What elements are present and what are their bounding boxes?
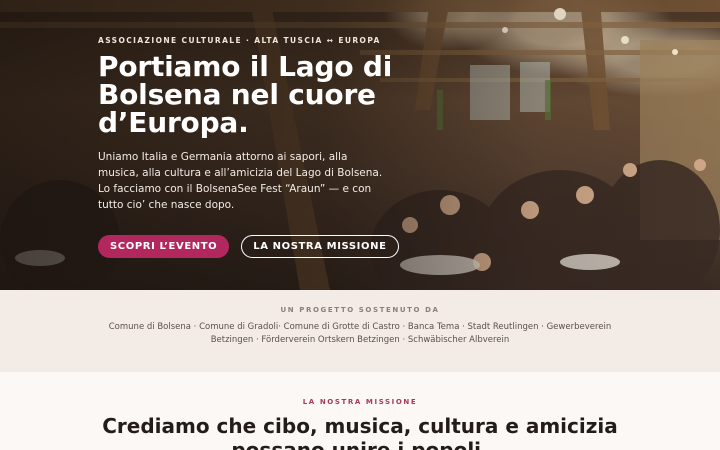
hero-section: ASSOCIAZIONE CULTURALE · ALTA TUSCIA ↔ E… bbox=[0, 0, 720, 290]
mission-section: LA NOSTRA MISSIONE Crediamo che cibo, mu… bbox=[0, 372, 720, 450]
hero-eyebrow: ASSOCIAZIONE CULTURALE · ALTA TUSCIA ↔ E… bbox=[98, 36, 381, 45]
hero-cta-row: SCOPRI L’EVENTO LA NOSTRA MISSIONE bbox=[98, 235, 418, 258]
hero-description: Uniamo Italia e Germania attorno ai sapo… bbox=[98, 151, 383, 211]
our-mission-button[interactable]: LA NOSTRA MISSIONE bbox=[241, 235, 399, 258]
mission-title: Crediamo che cibo, musica, cultura e ami… bbox=[102, 414, 618, 450]
supporters-list: Comune di Bolsena · Comune di Gradoli· C… bbox=[108, 322, 612, 345]
mission-label: LA NOSTRA MISSIONE bbox=[302, 398, 418, 406]
hero-content: ASSOCIAZIONE CULTURALE · ALTA TUSCIA ↔ E… bbox=[98, 36, 418, 258]
supporters-section: UN PROGETTO SOSTENUTO DA Comune di Bolse… bbox=[0, 290, 720, 372]
discover-event-button[interactable]: SCOPRI L’EVENTO bbox=[98, 235, 230, 258]
hero-title: Portiamo il Lago di Bolsena nel cuore d’… bbox=[98, 50, 393, 139]
supporters-label: UN PROGETTO SOSTENUTO DA bbox=[280, 306, 440, 314]
